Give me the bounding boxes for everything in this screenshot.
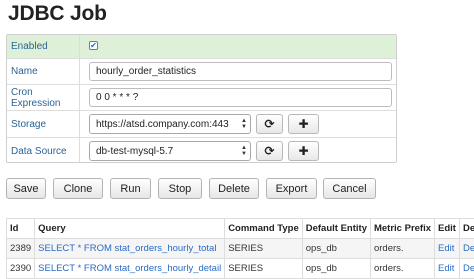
storage-select[interactable]: https://atsd.company.com:443 ▲ ▼	[89, 114, 251, 134]
table-row: 2390 SELECT * FROM stat_orders_hourly_de…	[5, 258, 474, 279]
data-source-add-button[interactable]: ✚	[288, 141, 319, 161]
refresh-icon: ⟳	[264, 144, 275, 158]
data-source-select[interactable]: db-test-mysql-5.7 ▲ ▼	[89, 141, 251, 161]
row-id: 2389	[5, 238, 36, 259]
cron-label: Cron Expression	[7, 85, 80, 110]
queries-table: Id Query Command Type Default Entity Met…	[5, 218, 474, 279]
row-command-type: SERIES	[224, 258, 303, 279]
enabled-label: Enabled	[7, 35, 80, 58]
cron-input[interactable]: 0 0 * * * ?	[89, 88, 392, 107]
name-input[interactable]: hourly_order_statistics	[89, 62, 392, 81]
row-edit-link[interactable]: Edit	[434, 238, 460, 259]
column-header-edit: Edit	[434, 218, 460, 239]
column-header-query: Query	[34, 218, 226, 239]
delete-button[interactable]: Delete	[209, 178, 259, 199]
form-row-storage: Storage https://atsd.company.com:443 ▲ ▼ …	[7, 110, 396, 137]
column-header-default-entity: Default Entity	[301, 218, 371, 239]
plus-icon: ✚	[298, 144, 309, 158]
enabled-checkbox[interactable]: ✔	[89, 41, 98, 50]
stop-button[interactable]: Stop	[158, 178, 202, 199]
form-row-enabled: Enabled ✔	[7, 35, 396, 58]
save-button[interactable]: Save	[6, 178, 46, 199]
select-arrows-icon: ▲ ▼	[241, 145, 247, 157]
storage-label: Storage	[7, 111, 80, 137]
row-command-type: SERIES	[224, 238, 303, 259]
column-header-delete: Delete	[458, 218, 474, 239]
row-default-entity: ops_db	[301, 238, 371, 259]
form-row-cron: Cron Expression 0 0 * * * ?	[7, 84, 396, 110]
column-header-command-type: Command Type	[224, 218, 303, 239]
clone-button[interactable]: Clone	[53, 178, 103, 199]
plus-icon: ✚	[298, 117, 309, 131]
row-id: 2390	[5, 258, 36, 279]
row-metric-prefix: orders.	[369, 238, 436, 259]
name-label: Name	[7, 59, 80, 84]
form-row-name: Name hourly_order_statistics	[7, 58, 396, 84]
row-delete-link[interactable]: Delete	[458, 258, 474, 279]
form-row-data-source: Data Source db-test-mysql-5.7 ▲ ▼ ⟳ ✚	[7, 137, 396, 162]
data-source-refresh-button[interactable]: ⟳	[256, 141, 283, 161]
storage-refresh-button[interactable]: ⟳	[256, 114, 283, 134]
row-delete-link[interactable]: Delete	[458, 238, 474, 259]
run-button[interactable]: Run	[110, 178, 151, 199]
table-row: 2389 SELECT * FROM stat_orders_hourly_to…	[5, 238, 474, 259]
column-header-metric-prefix: Metric Prefix	[369, 218, 436, 239]
storage-add-button[interactable]: ✚	[288, 114, 319, 134]
page-title: JDBC Job	[8, 2, 107, 25]
row-query-link[interactable]: SELECT * FROM stat_orders_hourly_detail	[34, 258, 226, 279]
export-button[interactable]: Export	[266, 178, 317, 199]
job-form: Enabled ✔ Name hourly_order_statistics C…	[6, 34, 397, 163]
data-source-label: Data Source	[7, 138, 80, 162]
checkmark-icon: ✔	[90, 40, 97, 50]
row-query-link[interactable]: SELECT * FROM stat_orders_hourly_total	[34, 238, 226, 259]
refresh-icon: ⟳	[264, 117, 275, 131]
row-default-entity: ops_db	[301, 258, 371, 279]
column-header-id: Id	[5, 218, 36, 239]
cancel-button[interactable]: Cancel	[323, 178, 376, 199]
storage-value: https://atsd.company.com:443	[96, 118, 229, 130]
table-header-row: Id Query Command Type Default Entity Met…	[5, 218, 474, 239]
row-metric-prefix: orders.	[369, 258, 436, 279]
data-source-value: db-test-mysql-5.7	[96, 145, 174, 157]
row-edit-link[interactable]: Edit	[434, 258, 460, 279]
select-arrows-icon: ▲ ▼	[241, 118, 247, 130]
